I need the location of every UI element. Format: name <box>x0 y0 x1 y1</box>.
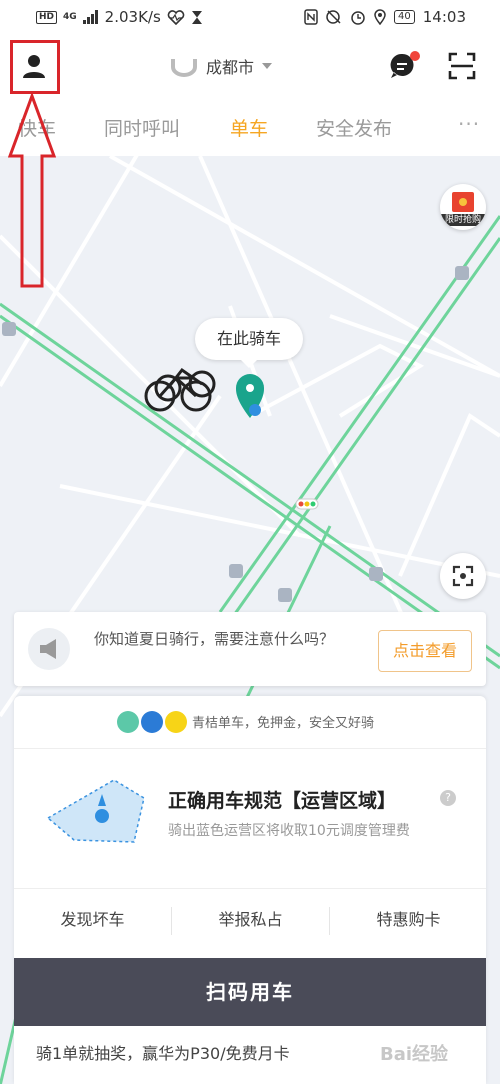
megaphone-icon <box>28 628 70 670</box>
hourglass-icon <box>191 10 202 24</box>
promo-button[interactable]: 限时抢购 <box>440 184 486 230</box>
location-icon <box>374 9 386 25</box>
chevron-down-icon <box>262 63 273 69</box>
heart-rate-icon <box>167 9 185 25</box>
hd-badge: HD <box>36 10 58 24</box>
annotation-box <box>10 40 60 94</box>
lottery-banner[interactable]: 骑1单就抽奖，赢华为P30/免费月卡 <box>36 1040 290 1064</box>
brand-text: 青桔单车，免押金，安全又好骑 <box>192 716 375 731</box>
service-tabs: 快车 同时呼叫 单车 安全发布 ··· <box>0 102 500 156</box>
tab-bike[interactable]: 单车 <box>230 114 268 141</box>
tab-safety[interactable]: 安全发布 <box>316 114 392 141</box>
city-label: 成都市 <box>206 58 255 77</box>
view-tip-button[interactable]: 点击查看 <box>378 630 472 672</box>
status-bar: HD 4G 2.03K/s 40 14:03 <box>0 0 500 34</box>
zone-rules-subtitle: 骑出蓝色运营区将收取10元调度管理费 <box>168 823 410 839</box>
traffic-light-icon <box>295 498 319 510</box>
status-right: 40 14:03 <box>304 8 466 26</box>
annotation-arrow <box>8 94 56 288</box>
alarm-icon <box>351 11 365 25</box>
scan-button[interactable] <box>448 52 476 80</box>
city-selector[interactable]: 成都市 <box>170 54 273 78</box>
action-row: 发现坏车 举报私占 特惠购卡 <box>14 888 486 951</box>
mute-icon <box>326 10 341 24</box>
tab-simultaneous-call[interactable]: 同时呼叫 <box>104 114 180 141</box>
tip-text: 你知道夏日骑行，需要注意什么吗？ <box>94 630 335 648</box>
report-broken-bike-button[interactable]: 发现坏车 <box>14 889 171 951</box>
brand-row: 青桔单车，免押金，安全又好骑 <box>14 696 486 749</box>
clock: 14:03 <box>422 8 466 26</box>
locate-icon <box>452 565 474 587</box>
bike-panel: 青桔单车，免押金，安全又好骑 正确用车规范【运营区域】 ? 骑出蓝色运营区将收取… <box>14 696 486 1084</box>
signal-label: 4G <box>63 12 77 22</box>
buy-card-button[interactable]: 特惠购卡 <box>330 889 487 951</box>
net-speed: 2.03K/s <box>104 8 161 26</box>
signal-icon <box>82 10 98 24</box>
more-tabs-button[interactable]: ··· <box>458 112 480 136</box>
partner-logos-icon <box>117 711 187 733</box>
locate-button[interactable] <box>440 553 486 599</box>
report-private-use-button[interactable]: 举报私占 <box>172 889 329 951</box>
scan-to-ride-button[interactable]: 扫码用车 <box>14 958 486 1026</box>
messages-button[interactable] <box>388 50 420 82</box>
help-icon[interactable]: ? <box>440 790 456 806</box>
didi-logo-icon <box>171 59 197 77</box>
bike-cluster-icon <box>144 367 216 412</box>
message-icon <box>390 51 420 78</box>
watermark: Bai经验 <box>380 1044 449 1065</box>
tip-card: 你知道夏日骑行，需要注意什么吗？ 点击查看 <box>14 612 486 686</box>
map-pin-icon <box>236 374 264 418</box>
zone-rules-title[interactable]: 正确用车规范【运营区域】 <box>168 786 396 813</box>
status-left: HD 4G 2.03K/s <box>36 8 203 26</box>
operating-zone-icon <box>46 779 145 843</box>
battery-indicator: 40 <box>394 10 415 24</box>
nfc-icon <box>304 9 318 25</box>
app-header: 成都市 <box>0 34 500 102</box>
scan-icon <box>448 52 476 80</box>
ride-here-bubble: 在此骑车 <box>195 318 304 368</box>
promo-label: 限时抢购 <box>440 214 486 226</box>
